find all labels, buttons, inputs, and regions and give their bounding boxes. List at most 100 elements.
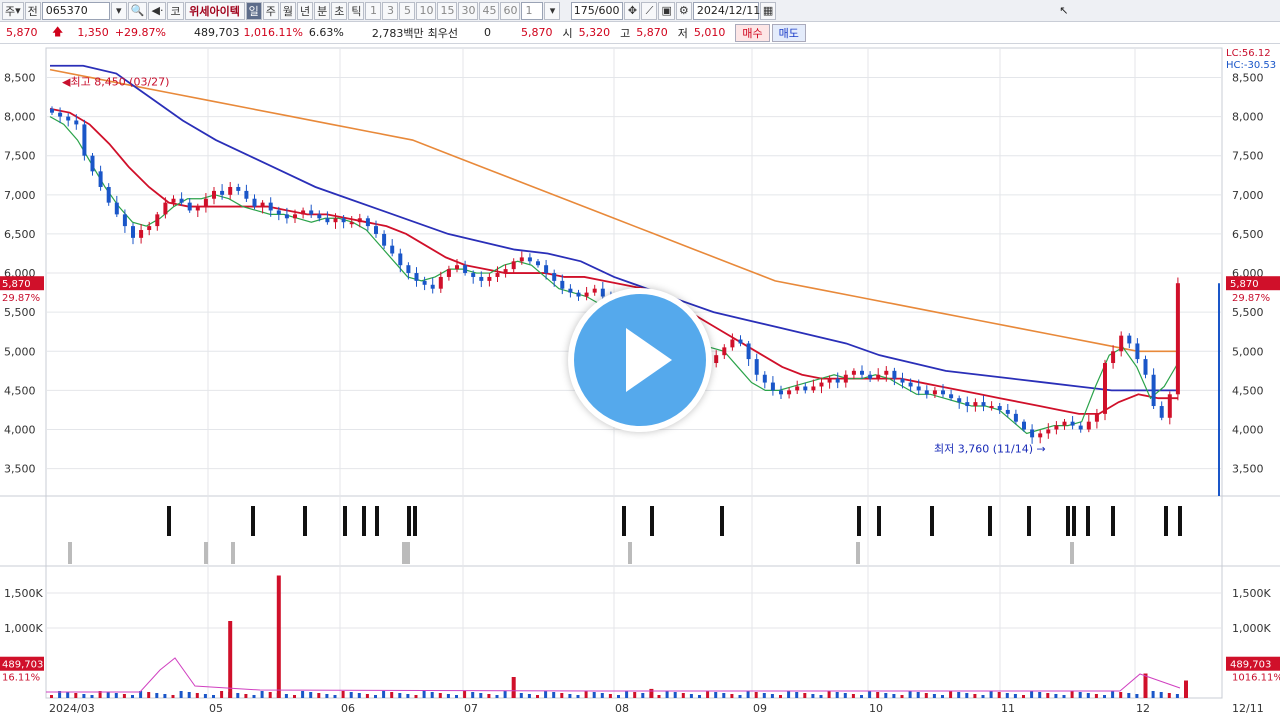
minute-10-button[interactable]: 10 <box>416 1 437 20</box>
calendar-icon: ▦ <box>762 4 774 17</box>
volume-bar <box>163 694 167 698</box>
candle-body <box>722 347 727 356</box>
line-tool-button[interactable]: ⟋ <box>641 1 658 20</box>
period-day-button[interactable]: 일 <box>245 1 262 20</box>
x-axis-label: 10 <box>869 702 883 715</box>
candle-body <box>957 398 962 403</box>
volume-bar <box>714 692 718 698</box>
signal-mark <box>1164 506 1168 536</box>
candle-body <box>228 186 233 195</box>
volume-bar <box>665 691 669 698</box>
minute-60-button[interactable]: 60 <box>500 1 521 20</box>
signal-mark <box>251 506 255 536</box>
candle-body <box>997 406 1002 410</box>
minute-1-button[interactable]: 1 <box>365 1 382 20</box>
volume-ratio: 1,016.11% <box>243 26 303 39</box>
volume-bar <box>203 694 207 698</box>
count-value: 175 <box>573 4 595 17</box>
volume-bar <box>301 691 305 698</box>
candle-body <box>892 370 897 379</box>
volume-bar <box>949 691 953 698</box>
candle-body <box>276 210 281 215</box>
candle-body <box>1078 425 1083 430</box>
volume-bar <box>438 693 442 698</box>
signal-mark <box>877 506 881 536</box>
price-tick-label-right: 4,000 <box>1232 424 1264 437</box>
candle-body <box>179 198 184 203</box>
minute-5-button[interactable]: 5 <box>399 1 416 20</box>
period-year-button[interactable]: 년 <box>296 1 314 20</box>
candle-body <box>730 339 735 348</box>
period-minute-button[interactable]: 분 <box>314 1 331 20</box>
buy-button[interactable]: 매수 <box>735 23 770 42</box>
minute-15-button[interactable]: 15 <box>437 1 458 20</box>
volume-bar <box>260 691 264 698</box>
candle-body <box>268 202 273 211</box>
candle-body <box>495 273 500 277</box>
volume-spike <box>511 677 516 698</box>
price-tick-label-right: 7,500 <box>1232 150 1264 163</box>
signal-mark <box>343 506 347 536</box>
price-tick-label-right: 5,000 <box>1232 345 1264 358</box>
volume-bar <box>187 692 191 698</box>
volume-bar <box>131 695 134 698</box>
candle-body <box>600 288 605 297</box>
minute-30-button[interactable]: 30 <box>458 1 479 20</box>
signal-mark <box>413 506 417 536</box>
save-button[interactable]: ▣ <box>658 1 675 20</box>
turnover-rate: 6.63% <box>308 26 344 39</box>
signal-mark-gray <box>68 542 72 564</box>
candle-body <box>382 233 387 246</box>
change-percent: +29.87% <box>114 26 166 39</box>
candle-body <box>463 265 468 274</box>
type-selector[interactable]: 전 <box>24 1 41 20</box>
candle-body <box>908 382 913 387</box>
count-input[interactable]: 175/600 <box>571 1 624 20</box>
period-tick-button[interactable]: 틱 <box>348 1 365 20</box>
minute-3-button[interactable]: 3 <box>382 1 399 20</box>
settings-button[interactable]: ⚙ <box>675 1 692 20</box>
volume-spike <box>1184 680 1188 698</box>
candle-body <box>163 202 168 215</box>
signal-mark <box>650 506 654 536</box>
volume-bar <box>463 691 467 698</box>
video-play-button[interactable] <box>568 288 712 432</box>
candle-body <box>390 245 395 254</box>
best-price-label: 최우선 <box>427 26 458 40</box>
period-week-button[interactable]: 주 <box>262 1 279 20</box>
volume-bar <box>673 692 677 698</box>
x-axis-label: 12/11 <box>1232 702 1264 715</box>
volume-bar <box>495 695 499 698</box>
date-input[interactable]: 2024/12/11 <box>692 1 760 20</box>
sell-button[interactable]: 매도 <box>771 23 806 42</box>
interval-stepper[interactable]: ▾ <box>544 1 561 20</box>
period-second-button[interactable]: 초 <box>331 1 348 20</box>
candle-body <box>754 359 759 375</box>
sound-button[interactable]: ◀· <box>148 1 167 20</box>
interval-input[interactable]: 1 <box>521 1 544 20</box>
volume-bar <box>252 695 256 698</box>
candle-body <box>1103 363 1107 414</box>
volume-bar <box>568 694 572 698</box>
market-tag[interactable]: 코 <box>167 1 184 20</box>
period-month-button[interactable]: 월 <box>279 1 296 20</box>
candle-body <box>803 386 808 391</box>
volume-bar <box>843 693 847 698</box>
candle-body <box>74 120 79 125</box>
search-button[interactable]: 🔍 <box>127 1 148 20</box>
stock-name[interactable]: 위세아이텍 <box>184 1 245 20</box>
code-input[interactable]: 065370 <box>41 1 110 20</box>
volume-bar <box>66 692 70 698</box>
market-selector[interactable]: 주 ▾ <box>2 1 24 20</box>
x-axis-label: 07 <box>464 702 478 715</box>
code-dropdown-button[interactable]: ▾ <box>110 1 127 20</box>
chevron-down-icon: ▾ <box>15 4 21 17</box>
candle-body <box>260 202 265 207</box>
crosshair-button[interactable]: ✥ <box>624 1 641 20</box>
open-price: 5,320 <box>578 26 611 39</box>
calendar-button[interactable]: ▦ <box>759 1 777 20</box>
candle-body <box>511 261 516 270</box>
minute-45-button[interactable]: 45 <box>479 1 500 20</box>
volume-bar <box>1022 695 1025 698</box>
candle-body <box>503 269 508 274</box>
